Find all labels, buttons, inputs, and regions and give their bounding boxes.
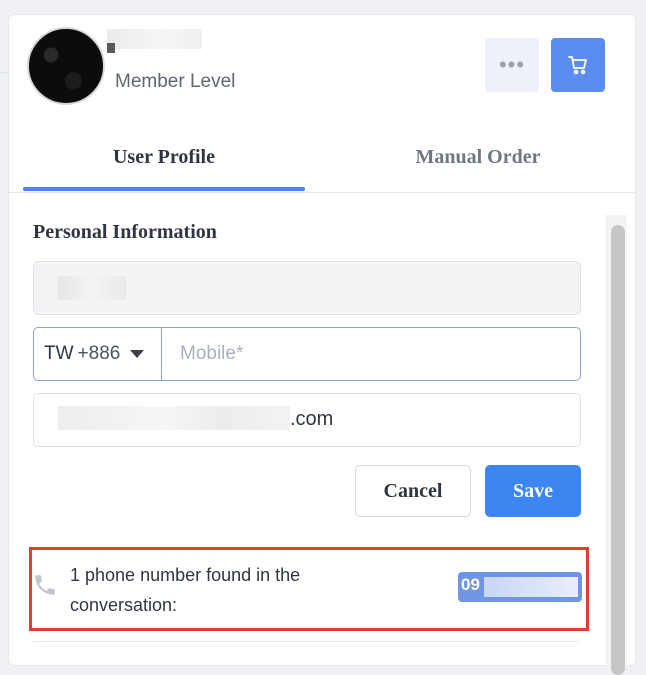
cart-icon: [568, 56, 587, 75]
phone-input-group: TW +886: [33, 327, 592, 381]
phone-found-text: 1 phone number found in the conversation…: [70, 565, 301, 615]
dial-code: +886: [77, 343, 121, 364]
redacted-email-value: [58, 406, 290, 430]
member-level-label: Member Level: [115, 71, 236, 92]
mobile-input[interactable]: [164, 329, 592, 379]
caret-down-icon: [130, 350, 145, 358]
active-tab-indicator: [23, 187, 305, 191]
phone-found-notice: 1 phone number found in the conversation…: [29, 547, 589, 631]
background-edge: [0, 0, 8, 652]
country-code-select[interactable]: TW +886: [34, 328, 162, 380]
name-field[interactable]: [33, 261, 581, 315]
divider: [33, 641, 579, 642]
ellipsis-icon: •••: [498, 52, 526, 77]
redacted-user-name: [107, 29, 202, 53]
save-button[interactable]: Save: [485, 465, 581, 517]
phone-number-prefix: 09: [461, 575, 480, 594]
more-options-button[interactable]: •••: [485, 38, 539, 92]
tab-manual-order[interactable]: Manual Order: [337, 146, 619, 169]
email-domain-suffix: .com: [290, 408, 334, 430]
redacted-phone-number: [484, 577, 578, 597]
section-title-personal-information: Personal Information: [33, 221, 217, 243]
redacted-name-value: [58, 276, 126, 300]
cart-button[interactable]: [551, 38, 605, 92]
found-phone-number-chip[interactable]: 09: [458, 572, 582, 602]
email-field[interactable]: .com: [33, 393, 581, 447]
avatar[interactable]: [27, 27, 105, 105]
scrollbar-thumb[interactable]: [611, 225, 625, 675]
cancel-button[interactable]: Cancel: [355, 465, 471, 517]
phone-icon: [35, 575, 55, 595]
tabs-divider: [9, 192, 635, 193]
tab-user-profile[interactable]: User Profile: [23, 146, 305, 169]
user-panel: Member Level ••• User Profile Manual Ord…: [8, 14, 636, 675]
country-code: TW: [44, 343, 74, 364]
